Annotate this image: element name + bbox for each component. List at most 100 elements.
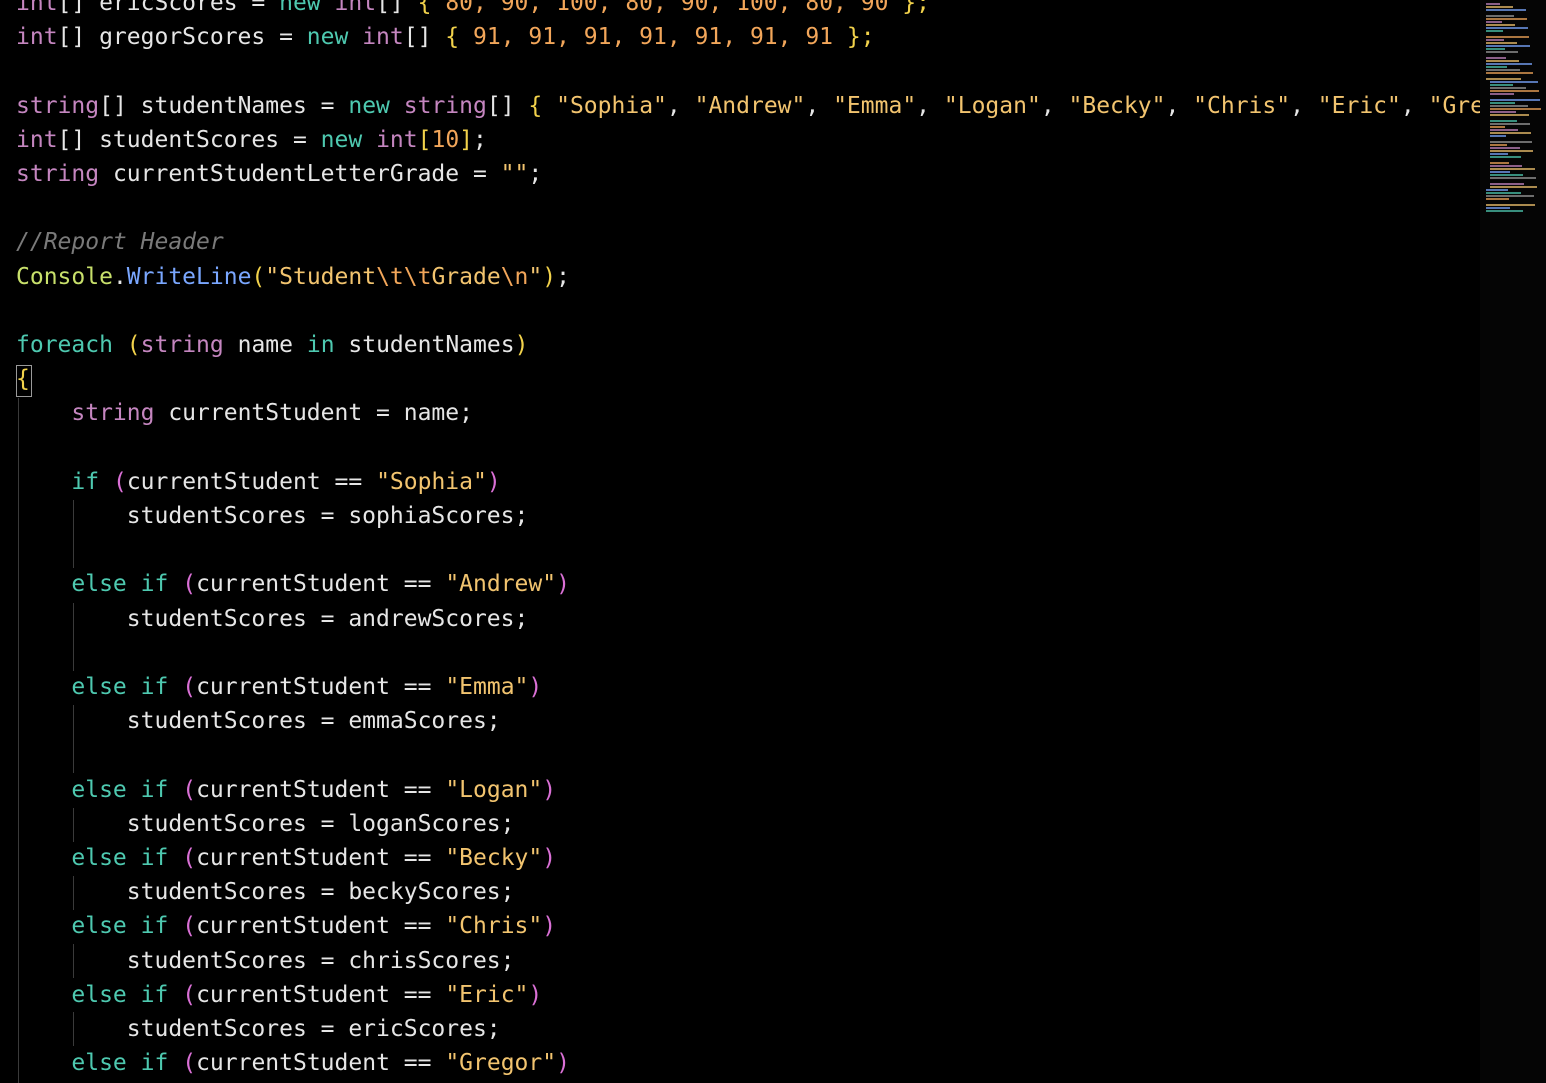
minimap-line bbox=[1490, 102, 1515, 104]
code-line[interactable]: else if (currentStudent == "Chris") bbox=[16, 909, 556, 943]
code-token: 10 bbox=[431, 126, 460, 153]
code-token: currentStudentLetterGrade = bbox=[99, 161, 501, 187]
code-token: "Andrew" bbox=[694, 92, 806, 119]
code-line[interactable]: int[] gregorScores = new int[] { 91, 91,… bbox=[16, 20, 875, 54]
code-line[interactable]: studentScores = emmaScores; bbox=[16, 704, 501, 738]
code-token: currentStudent == bbox=[196, 776, 446, 803]
code-line[interactable]: studentScores = beckyScores; bbox=[16, 875, 515, 909]
code-token: in bbox=[306, 332, 335, 358]
code-token: "Sophia" bbox=[376, 468, 487, 495]
minimap-line bbox=[1490, 156, 1521, 158]
code-line[interactable]: else if (currentStudent == "Logan") bbox=[16, 773, 556, 807]
code-token: currentStudent == bbox=[196, 845, 446, 871]
minimap-line bbox=[1490, 183, 1524, 185]
code-token: ( bbox=[182, 845, 197, 871]
code-line[interactable]: studentScores = andrewScores; bbox=[16, 602, 529, 636]
code-token: ] bbox=[459, 126, 474, 153]
indent-guide-block bbox=[18, 398, 19, 1083]
code-token: studentScores = andrewScores; bbox=[16, 605, 529, 632]
code-token: "Becky" bbox=[1068, 92, 1166, 119]
minimap-line bbox=[1490, 90, 1539, 92]
code-line[interactable]: string[] studentNames = new string[] { "… bbox=[16, 89, 1480, 123]
minimap-line bbox=[1486, 36, 1529, 38]
code-line[interactable]: else if (currentStudent == "Gregor") bbox=[16, 1046, 570, 1080]
code-token: else bbox=[71, 1050, 127, 1077]
code-token: new bbox=[306, 24, 349, 51]
code-token: int bbox=[16, 0, 58, 16]
code-token: ( bbox=[182, 571, 197, 598]
code-token: ) bbox=[542, 913, 557, 940]
code-line[interactable]: //Report Header bbox=[16, 225, 224, 259]
code-token: , bbox=[1290, 92, 1318, 119]
code-line[interactable]: if (currentStudent == "Sophia") bbox=[16, 465, 500, 499]
code-line[interactable]: else if (currentStudent == "Emma") bbox=[16, 670, 542, 704]
minimap-line bbox=[1486, 69, 1520, 71]
code-token: //Report Header bbox=[16, 229, 224, 256]
code-line[interactable]: else if (currentStudent == "Eric") bbox=[16, 978, 542, 1012]
code-line[interactable]: studentScores = loganScores; bbox=[16, 807, 515, 841]
minimap[interactable] bbox=[1480, 0, 1546, 1083]
minimap-line bbox=[1490, 153, 1508, 155]
code-line[interactable]: int[] ericScores = new int[] { 80, 90, 1… bbox=[16, 0, 930, 20]
minimap-line bbox=[1486, 45, 1530, 47]
minimap-line bbox=[1490, 135, 1506, 137]
code-token: "Emma" bbox=[445, 674, 529, 700]
code-token: string bbox=[16, 161, 100, 187]
minimap-line bbox=[1490, 123, 1530, 125]
code-token: ) bbox=[542, 776, 557, 803]
code-line[interactable]: else if (currentStudent == "Andrew") bbox=[16, 567, 570, 601]
minimap-line bbox=[1486, 60, 1519, 62]
minimap-line bbox=[1490, 132, 1531, 134]
minimap-line bbox=[1490, 171, 1510, 173]
minimap-line bbox=[1486, 66, 1507, 68]
code-token: , bbox=[916, 92, 944, 119]
code-line[interactable]: string currentStudentLetterGrade = ""; bbox=[16, 157, 542, 191]
minimap-line bbox=[1486, 48, 1505, 50]
code-line[interactable]: studentScores = ericScores; bbox=[16, 1012, 501, 1046]
code-editor[interactable]: int[] ericScores = new int[] { 80, 90, 1… bbox=[0, 0, 1480, 1083]
minimap-line bbox=[1486, 189, 1508, 191]
code-token: string bbox=[140, 332, 224, 358]
code-token: string bbox=[71, 400, 155, 427]
code-line[interactable]: studentScores = sophiaScores; bbox=[16, 499, 529, 533]
code-token: { bbox=[528, 92, 543, 119]
code-line[interactable]: int[] studentScores = new int[10]; bbox=[16, 123, 487, 157]
minimap-line bbox=[1490, 177, 1536, 179]
code-token: }; bbox=[846, 24, 875, 51]
minimap-line bbox=[1486, 18, 1527, 20]
code-line[interactable]: studentScores = chrisScores; bbox=[16, 944, 515, 978]
minimap-line bbox=[1486, 63, 1532, 65]
code-token: ( bbox=[182, 1050, 197, 1077]
code-token: currentStudent == bbox=[196, 674, 446, 700]
code-token: , bbox=[1400, 92, 1429, 119]
code-token: "Sophia" bbox=[556, 92, 667, 119]
code-token: if bbox=[140, 674, 169, 700]
code-line[interactable]: Console.WriteLine("Student\t\tGrade\n"); bbox=[16, 260, 570, 294]
code-token: ) bbox=[556, 1050, 570, 1077]
code-token: else bbox=[71, 571, 127, 598]
code-line[interactable]: string currentStudent = name; bbox=[16, 396, 473, 430]
indent-guide-if-andrew bbox=[73, 603, 74, 671]
code-token: ( bbox=[182, 674, 197, 700]
code-token: [] bbox=[486, 92, 529, 119]
code-token: ; bbox=[528, 161, 543, 187]
code-token: studentScores = ericScores; bbox=[16, 1016, 501, 1042]
code-token: ) bbox=[514, 332, 529, 358]
code-line[interactable]: else if (currentStudent == "Becky") bbox=[16, 841, 556, 875]
minimap-line bbox=[1490, 114, 1529, 116]
minimap-line bbox=[1486, 207, 1510, 209]
code-line[interactable]: foreach (string name in studentNames) bbox=[16, 328, 528, 362]
code-token: ; bbox=[473, 126, 487, 153]
code-token: "Eric" bbox=[1317, 92, 1401, 119]
code-token: string bbox=[403, 92, 487, 119]
